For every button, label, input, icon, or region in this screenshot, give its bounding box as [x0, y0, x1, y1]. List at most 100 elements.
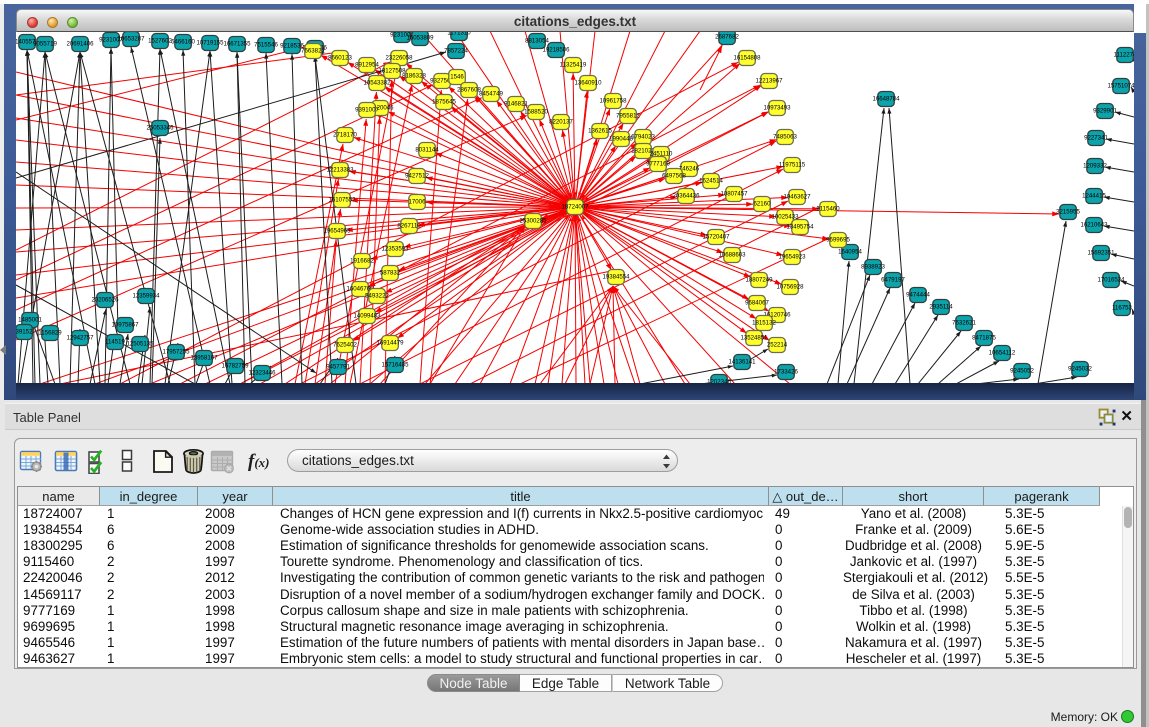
svg-text:9777169: 9777169: [646, 161, 670, 168]
svg-text:16107552: 16107552: [328, 197, 356, 204]
svg-text:19218506: 19218506: [542, 47, 570, 54]
svg-text:1640954: 1640954: [838, 249, 862, 256]
svg-text:252214: 252214: [767, 342, 788, 349]
svg-text:3215955: 3215955: [1056, 209, 1080, 216]
svg-text:13495754: 13495754: [786, 224, 814, 231]
svg-text:9227341: 9227341: [1084, 135, 1108, 142]
svg-text:10961758: 10961758: [599, 98, 627, 105]
svg-text:1624514: 1624514: [699, 178, 723, 185]
svg-text:2935114: 2935114: [929, 304, 953, 311]
svg-text:25053346: 25053346: [146, 125, 174, 132]
svg-text:14136141: 14136141: [728, 359, 756, 366]
svg-text:20691406: 20691406: [66, 41, 94, 48]
svg-text:2687682: 2687682: [715, 34, 739, 41]
svg-text:1815132: 1815132: [752, 320, 776, 327]
svg-text:1990448: 1990448: [609, 136, 633, 143]
svg-text:8813054: 8813054: [525, 38, 549, 45]
svg-text:15692351: 15692351: [1087, 250, 1115, 257]
svg-text:19654965: 19654965: [323, 228, 351, 235]
svg-text:9457791: 9457791: [326, 364, 350, 371]
svg-text:9474444: 9474444: [906, 292, 930, 299]
svg-text:7857224: 7857224: [444, 48, 468, 55]
svg-text:12323446: 12323446: [248, 370, 276, 377]
svg-text:39152: 39152: [16, 329, 33, 336]
svg-text:8267110: 8267110: [397, 223, 421, 230]
svg-text:16671355: 16671355: [223, 41, 251, 48]
svg-text:16210643: 16210643: [1080, 222, 1108, 229]
svg-text:8471875: 8471875: [972, 335, 996, 342]
svg-text:9684067: 9684067: [745, 300, 769, 307]
svg-text:6479197: 6479197: [881, 277, 905, 284]
svg-text:16782759: 16782759: [221, 363, 249, 370]
svg-text:12505135: 12505135: [126, 341, 154, 348]
svg-text:1171310: 1171310: [447, 32, 471, 37]
svg-text:9146821: 9146821: [504, 101, 528, 108]
svg-text:19654923: 19654923: [778, 254, 806, 261]
svg-text:16914479: 16914479: [376, 340, 404, 347]
svg-text:6466160: 6466160: [171, 39, 195, 46]
svg-text:114519: 114519: [105, 339, 125, 346]
svg-text:7485063: 7485063: [773, 134, 797, 141]
svg-text:587832: 587832: [380, 270, 401, 277]
svg-text:16648784: 16648784: [872, 96, 900, 103]
svg-text:7625402: 7625402: [333, 342, 357, 349]
svg-text:2867608: 2867608: [457, 87, 481, 94]
svg-text:9329901: 9329901: [1093, 108, 1117, 115]
svg-text:17016534: 17016534: [1097, 277, 1125, 284]
svg-text:17957255: 17957255: [162, 349, 190, 356]
svg-text:8660123: 8660123: [328, 55, 352, 62]
svg-text:10807457: 10807457: [720, 191, 748, 198]
svg-text:9055719: 9055719: [33, 41, 57, 48]
svg-text:12942757: 12942757: [66, 335, 94, 342]
svg-text:10975867: 10975867: [111, 322, 139, 329]
svg-text:14099483: 14099483: [353, 313, 381, 320]
svg-text:25300285: 25300285: [519, 218, 547, 225]
svg-text:15720407: 15720407: [702, 234, 730, 241]
svg-text:1209332: 1209332: [1083, 163, 1107, 170]
svg-text:17006: 17006: [409, 199, 427, 206]
svg-text:1733426: 1733426: [774, 369, 798, 376]
svg-text:12353593: 12353593: [381, 246, 409, 253]
svg-text:13524851: 13524851: [740, 335, 768, 342]
svg-text:13640910: 13640910: [574, 80, 602, 87]
svg-text:8454749: 8454749: [479, 91, 503, 98]
svg-text:7515546: 7515546: [254, 42, 278, 49]
svg-text:19384554: 19384554: [602, 274, 630, 281]
svg-text:15751074: 15751074: [1107, 83, 1134, 90]
svg-text:7955812: 7955812: [616, 113, 640, 120]
svg-text:10719155: 10719155: [196, 40, 224, 47]
svg-text:6794023: 6794023: [631, 134, 655, 141]
svg-text:23226058: 23226058: [385, 55, 413, 62]
svg-text:1156829: 1156829: [38, 330, 62, 337]
svg-text:1244415: 1244415: [1082, 193, 1106, 200]
svg-text:11975115: 11975115: [779, 162, 806, 169]
svg-text:8186328: 8186328: [402, 73, 426, 80]
svg-text:8220137: 8220137: [549, 119, 573, 126]
svg-text:16154808: 16154808: [733, 55, 761, 62]
svg-text:2718170: 2718170: [333, 132, 357, 139]
svg-text:10756928: 10756928: [776, 284, 804, 291]
svg-text:116753: 116753: [1112, 305, 1132, 312]
svg-text:9427512: 9427512: [405, 173, 429, 180]
svg-text:18807249: 18807249: [745, 277, 773, 284]
svg-text:7632621: 7632621: [952, 320, 976, 327]
svg-text:10653287: 10653287: [117, 36, 145, 43]
svg-text:19463627: 19463627: [783, 194, 811, 201]
svg-text:1588520: 1588520: [524, 109, 548, 116]
svg-text:15716485: 15716485: [381, 362, 409, 369]
svg-text:12213383: 12213383: [326, 167, 354, 174]
svg-text:5493222: 5493222: [365, 293, 389, 300]
svg-text:12213967: 12213967: [755, 78, 783, 85]
svg-text:1875645: 1875645: [432, 99, 456, 106]
svg-text:1546: 1546: [450, 74, 464, 81]
svg-text:20364436: 20364436: [672, 193, 700, 200]
svg-text:12359934: 12359934: [132, 293, 160, 300]
svg-text:8912954: 8912954: [355, 62, 379, 69]
svg-text:1485001: 1485001: [18, 317, 42, 324]
svg-text:62160: 62160: [754, 201, 772, 208]
svg-text:10688603: 10688603: [718, 252, 746, 259]
svg-text:10654112: 10654112: [989, 350, 1016, 357]
svg-text:11325419: 11325419: [560, 62, 587, 69]
svg-text:8938923: 8938923: [861, 264, 885, 271]
svg-text:16053809: 16053809: [406, 35, 434, 42]
